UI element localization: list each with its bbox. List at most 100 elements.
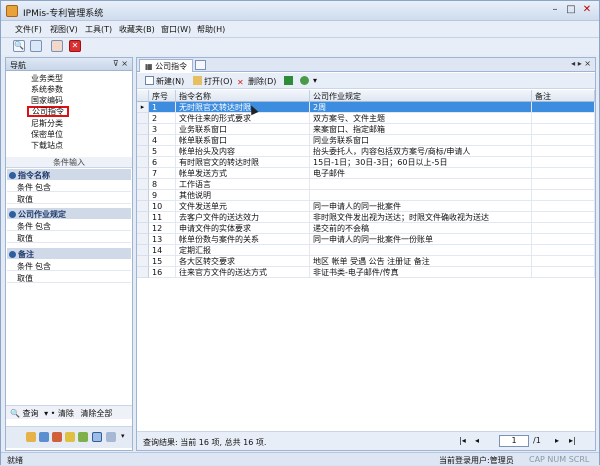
nav-item-nice-class[interactable]: 尼斯分类 [29, 118, 65, 129]
table-cell[interactable]: 抬头委托人，内容包括双方案号/商标/申请人 [310, 146, 532, 157]
panel-pin-icon[interactable]: ⊽ × [113, 59, 128, 68]
table-cell[interactable]: 有时限官文的转达时限 [176, 157, 310, 168]
module-icon-active[interactable] [92, 432, 102, 442]
table-cell[interactable]: 申请文件的实体要求 [176, 223, 310, 234]
last-page-button[interactable]: ▸| [569, 436, 576, 445]
refresh-button[interactable] [300, 76, 311, 86]
table-row[interactable]: 13帐单份数与案件的关系同一申请人的同一批案件一份账单 [137, 234, 595, 245]
clear-all-button[interactable]: 清除全部 [80, 409, 112, 418]
table-row[interactable]: ▸1无时限官文转达时限2周 [137, 102, 595, 113]
query-button[interactable]: 查询 [23, 409, 39, 418]
group-directive-name[interactable]: 指令名称 [7, 169, 131, 180]
table-cell[interactable]: 非证书类-电子邮件/传真 [310, 267, 532, 278]
table-row[interactable]: 9其他说明 [137, 190, 595, 201]
table-cell[interactable] [532, 245, 595, 256]
exit-icon[interactable]: ✕ [69, 40, 81, 52]
row-indicator[interactable]: ▸ [137, 102, 149, 113]
table-cell[interactable]: 3 [149, 124, 176, 135]
table-row[interactable]: 5帐单抬头及内容抬头委托人，内容包括双方案号/商标/申请人 [137, 146, 595, 157]
table-row[interactable]: 12申请文件的实体要求递交前的不会稿 [137, 223, 595, 234]
row-indicator[interactable] [137, 168, 149, 179]
open-button[interactable]: 打开(O) [193, 76, 233, 87]
row-indicator[interactable] [137, 179, 149, 190]
table-cell[interactable]: 16 [149, 267, 176, 278]
table-cell[interactable] [532, 113, 595, 124]
table-cell[interactable] [310, 179, 532, 190]
module-icon[interactable] [106, 432, 116, 442]
table-row[interactable]: 7帐单发送方式电子邮件 [137, 168, 595, 179]
table-row[interactable]: 2文件往来的形式要求双方案号、文件主题 [137, 113, 595, 124]
table-row[interactable]: 4帐单联系窗口同业务联系窗口 [137, 135, 595, 146]
table-cell[interactable]: 定期汇报 [176, 245, 310, 256]
table-cell[interactable] [532, 212, 595, 223]
menu-window[interactable]: 窗口(W) [161, 24, 191, 35]
nav-item-download-sites[interactable]: 下载站点 [29, 140, 65, 151]
menu-view[interactable]: 视图(V) [50, 24, 78, 35]
row-indicator[interactable] [137, 256, 149, 267]
delete-button[interactable]: ✕删除(D) [237, 76, 276, 87]
table-row[interactable]: 15各大区转交要求地区 帐单 受遇 公告 注册证 备注 [137, 256, 595, 267]
table-row[interactable]: 14定期汇报 [137, 245, 595, 256]
table-cell[interactable] [532, 124, 595, 135]
table-cell[interactable]: 11 [149, 212, 176, 223]
network-icon[interactable] [30, 40, 42, 52]
nav-item-company-directives[interactable]: 公司指令 [27, 106, 69, 117]
close-button[interactable]: ✕ [579, 3, 595, 17]
row-indicator[interactable] [137, 223, 149, 234]
nav-item-system-params[interactable]: 系统参数 [29, 84, 65, 95]
table-cell[interactable] [310, 190, 532, 201]
table-cell[interactable]: 去客户文件的送达效力 [176, 212, 310, 223]
minimize-button[interactable]: – [547, 3, 563, 17]
chevron-down-icon[interactable]: ▾ [121, 432, 125, 440]
group-remarks[interactable]: 备注 [7, 248, 131, 259]
table-cell[interactable] [532, 223, 595, 234]
table-cell[interactable]: 文件发送单元 [176, 201, 310, 212]
new-button[interactable]: 新建(N) [145, 76, 184, 87]
condition-row[interactable]: 条件包含 [7, 260, 131, 271]
table-cell[interactable]: 各大区转交要求 [176, 256, 310, 267]
new-tab-icon[interactable] [195, 60, 206, 70]
table-cell[interactable]: 双方案号、文件主题 [310, 113, 532, 124]
table-cell[interactable]: 帐单抬头及内容 [176, 146, 310, 157]
row-indicator[interactable] [137, 234, 149, 245]
table-cell[interactable]: 13 [149, 234, 176, 245]
nav-item-country-codes[interactable]: 国家编码 [29, 95, 65, 106]
table-cell[interactable] [532, 234, 595, 245]
table-cell[interactable]: 同一申请人的同一批案件 [310, 201, 532, 212]
table-cell[interactable]: 2 [149, 113, 176, 124]
clear-button[interactable]: 清除 [58, 409, 74, 418]
tab-company-directives[interactable]: ▦ 公司指令 [139, 59, 193, 72]
table-cell[interactable]: 14 [149, 245, 176, 256]
table-cell[interactable]: 15日-1日；30日-3日；60日以上-5日 [310, 157, 532, 168]
condition-row[interactable]: 条件包含 [7, 220, 131, 231]
menu-tools[interactable]: 工具(T) [85, 24, 112, 35]
search-icon[interactable]: 🔍 [13, 40, 25, 52]
table-cell[interactable] [532, 102, 595, 113]
nav-item-confidential-units[interactable]: 保密单位 [29, 129, 65, 140]
condition-row[interactable]: 条件包含 [7, 181, 131, 192]
table-cell[interactable]: 无时限官文转达时限 [176, 102, 310, 113]
excel-button[interactable] [284, 76, 295, 86]
table-cell[interactable] [310, 245, 532, 256]
table-cell[interactable]: 其他说明 [176, 190, 310, 201]
maximize-button[interactable]: □ [563, 3, 579, 17]
table-cell[interactable] [532, 146, 595, 157]
table-cell[interactable]: 递交前的不会稿 [310, 223, 532, 234]
row-indicator[interactable] [137, 267, 149, 278]
menu-favorites[interactable]: 收藏夹(B) [119, 24, 155, 35]
row-indicator[interactable] [137, 190, 149, 201]
prev-page-button[interactable]: ◂ [475, 436, 479, 445]
row-indicator[interactable] [137, 245, 149, 256]
table-cell[interactable]: 同业务联系窗口 [310, 135, 532, 146]
table-cell[interactable]: 电子邮件 [310, 168, 532, 179]
first-page-button[interactable]: |◂ [459, 436, 466, 445]
table-cell[interactable] [532, 256, 595, 267]
table-row[interactable]: 10文件发送单元同一申请人的同一批案件 [137, 201, 595, 212]
table-cell[interactable]: 帐单联系窗口 [176, 135, 310, 146]
row-indicator[interactable] [137, 124, 149, 135]
module-icon[interactable] [65, 432, 75, 442]
table-cell[interactable]: 工作语言 [176, 179, 310, 190]
table-cell[interactable]: 12 [149, 223, 176, 234]
table-cell[interactable]: 1 [149, 102, 176, 113]
table-cell[interactable] [532, 168, 595, 179]
